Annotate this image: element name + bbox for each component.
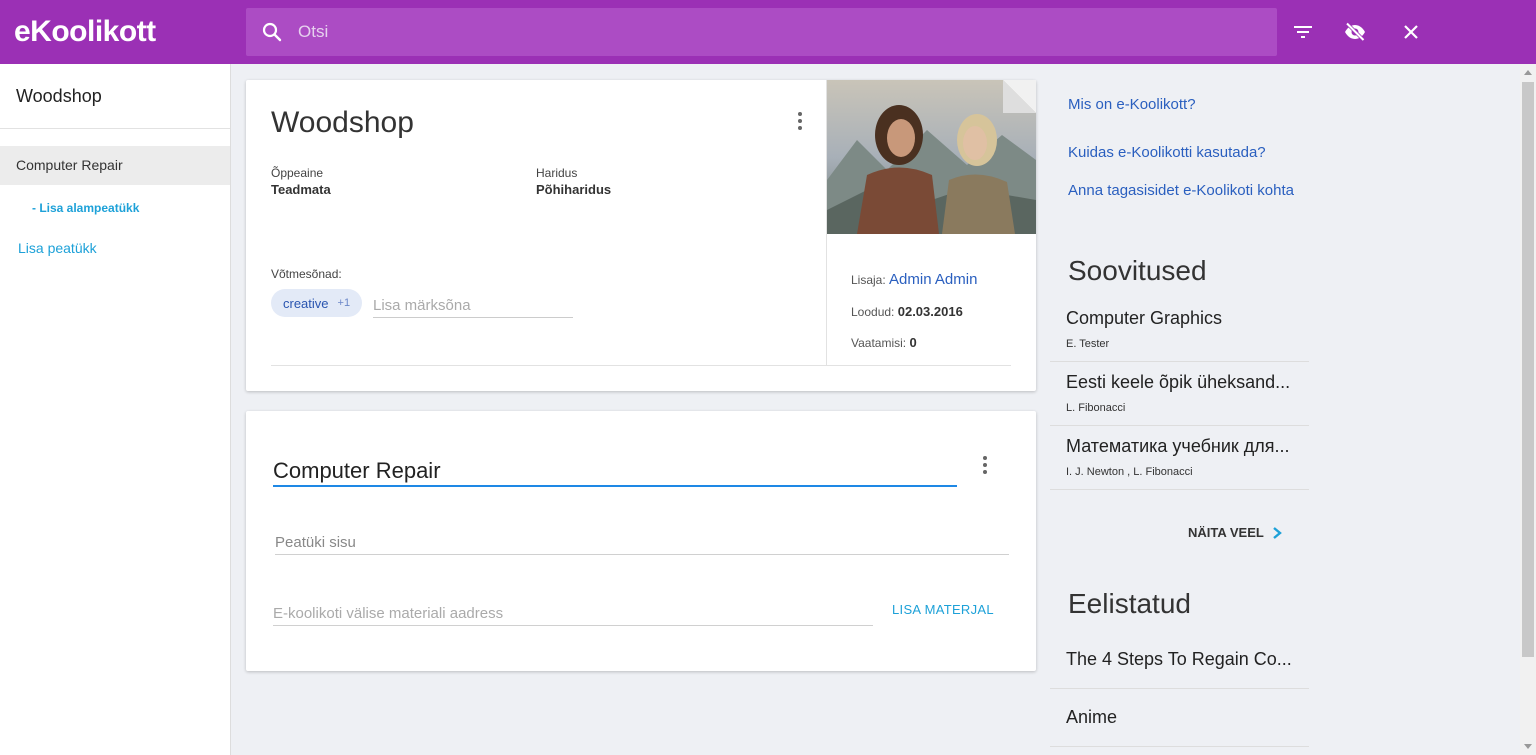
search-input[interactable] xyxy=(298,8,1258,56)
favorites-heading: Eelistatud xyxy=(1068,588,1191,619)
created-row: Loodud: 02.03.2016 xyxy=(851,304,963,319)
top-bar: eKoolikott xyxy=(0,0,1536,64)
chapter-card: LISA MATERJAL xyxy=(246,411,1036,671)
subject-value: Teadmata xyxy=(271,182,331,197)
search-icon xyxy=(262,22,282,42)
created-label: Loodud: xyxy=(851,305,895,319)
author-link[interactable]: Admin Admin xyxy=(889,271,977,288)
favorite-item[interactable]: The 4 Steps To Regain Co... xyxy=(1050,631,1309,689)
search-bar[interactable] xyxy=(246,8,1277,56)
sidebar-item-computer-repair[interactable]: Computer Repair xyxy=(0,146,230,185)
recommendation-authors: L. Fibonacci xyxy=(1066,402,1126,414)
scroll-up-icon[interactable] xyxy=(1524,70,1532,75)
sidebar-title[interactable]: Woodshop xyxy=(16,86,102,107)
material-menu-icon[interactable] xyxy=(798,112,802,130)
created-value: 02.03.2016 xyxy=(897,304,963,319)
education-value: Põhiharidus xyxy=(536,182,612,197)
education-label: Haridus xyxy=(536,166,578,180)
about-link[interactable]: Mis on e-Koolikott? xyxy=(1068,95,1308,115)
sidebar-item-label: Computer Repair xyxy=(16,157,123,173)
show-more-button[interactable]: NÄITA VEEL xyxy=(1188,525,1284,540)
keyword-input[interactable] xyxy=(373,294,573,318)
howto-link[interactable]: Kuidas e-Koolikotti kasutada? xyxy=(1068,143,1308,163)
external-material-url-input[interactable] xyxy=(273,602,873,626)
scrollbar-thumb[interactable] xyxy=(1522,82,1534,657)
keyword-chip-label: creative xyxy=(283,295,329,311)
recommendation-item[interactable]: Eesti keele õpik üheksand... L. Fibonacc… xyxy=(1050,362,1309,426)
chapter-content-input[interactable] xyxy=(275,531,1009,555)
keyword-chip[interactable]: creative +1 xyxy=(271,289,363,317)
views-label: Vaatamisi: xyxy=(851,336,907,350)
material-card: Woodshop Õppeaine Teadmata Haridus Põhih… xyxy=(246,80,1036,391)
favorite-title: The 4 Steps To Regain Co... xyxy=(1066,649,1292,669)
recommendation-title: Computer Graphics xyxy=(1066,308,1223,328)
recommendation-title: Eesti keele õpik üheksand... xyxy=(1066,372,1291,392)
add-chapter-link[interactable]: Lisa peatükk xyxy=(18,240,97,256)
views-row: Vaatamisi: 0 xyxy=(851,335,917,350)
logo-text: eKoolikott xyxy=(14,15,156,48)
sidebar: Woodshop Computer Repair - Lisa alampeat… xyxy=(0,64,231,755)
keywords-label: Võtmesõnad: xyxy=(271,267,342,281)
favorite-title: Anime xyxy=(1066,707,1118,727)
chapter-menu-icon[interactable] xyxy=(983,456,987,474)
sidebar-divider xyxy=(0,128,230,129)
keyword-chip-count: +1 xyxy=(337,297,351,309)
filter-icon[interactable] xyxy=(1291,20,1315,44)
material-thumbnail[interactable] xyxy=(827,80,1036,234)
recommendation-title: Математика учебник для... xyxy=(1066,436,1290,456)
close-icon[interactable] xyxy=(1399,20,1423,44)
recommendation-authors: I. J. Newton , L. Fibonacci xyxy=(1066,466,1193,478)
show-more-label: NÄITA VEEL xyxy=(1188,525,1264,540)
feedback-link[interactable]: Anna tagasisidet e-Koolikoti kohta xyxy=(1068,181,1308,201)
author-label: Lisaja: xyxy=(851,273,886,287)
recommendation-item[interactable]: Computer Graphics E. Tester xyxy=(1050,298,1309,362)
chevron-right-icon xyxy=(1273,526,1282,539)
recommendation-authors: E. Tester xyxy=(1066,338,1110,350)
author-row: Lisaja: Admin Admin xyxy=(851,271,977,288)
logo[interactable]: eKoolikott xyxy=(14,12,156,52)
subject-label: Õppeaine xyxy=(271,166,324,180)
recommendations-heading: Soovitused xyxy=(1068,255,1207,286)
visibility-off-icon[interactable] xyxy=(1343,20,1367,44)
favorite-item[interactable]: Anime xyxy=(1050,689,1309,747)
material-title: Woodshop xyxy=(271,106,414,139)
chapter-title-input[interactable] xyxy=(273,457,957,487)
card-divider xyxy=(271,365,1011,366)
add-subchapter-link[interactable]: - Lisa alampeatükk xyxy=(32,201,139,215)
recommendation-item[interactable]: Математика учебник для... I. J. Newton ,… xyxy=(1050,426,1309,490)
views-value: 0 xyxy=(909,335,917,350)
scroll-down-icon[interactable] xyxy=(1524,744,1532,749)
add-material-button[interactable]: LISA MATERJAL xyxy=(892,602,994,617)
scrollbar[interactable] xyxy=(1520,64,1536,755)
